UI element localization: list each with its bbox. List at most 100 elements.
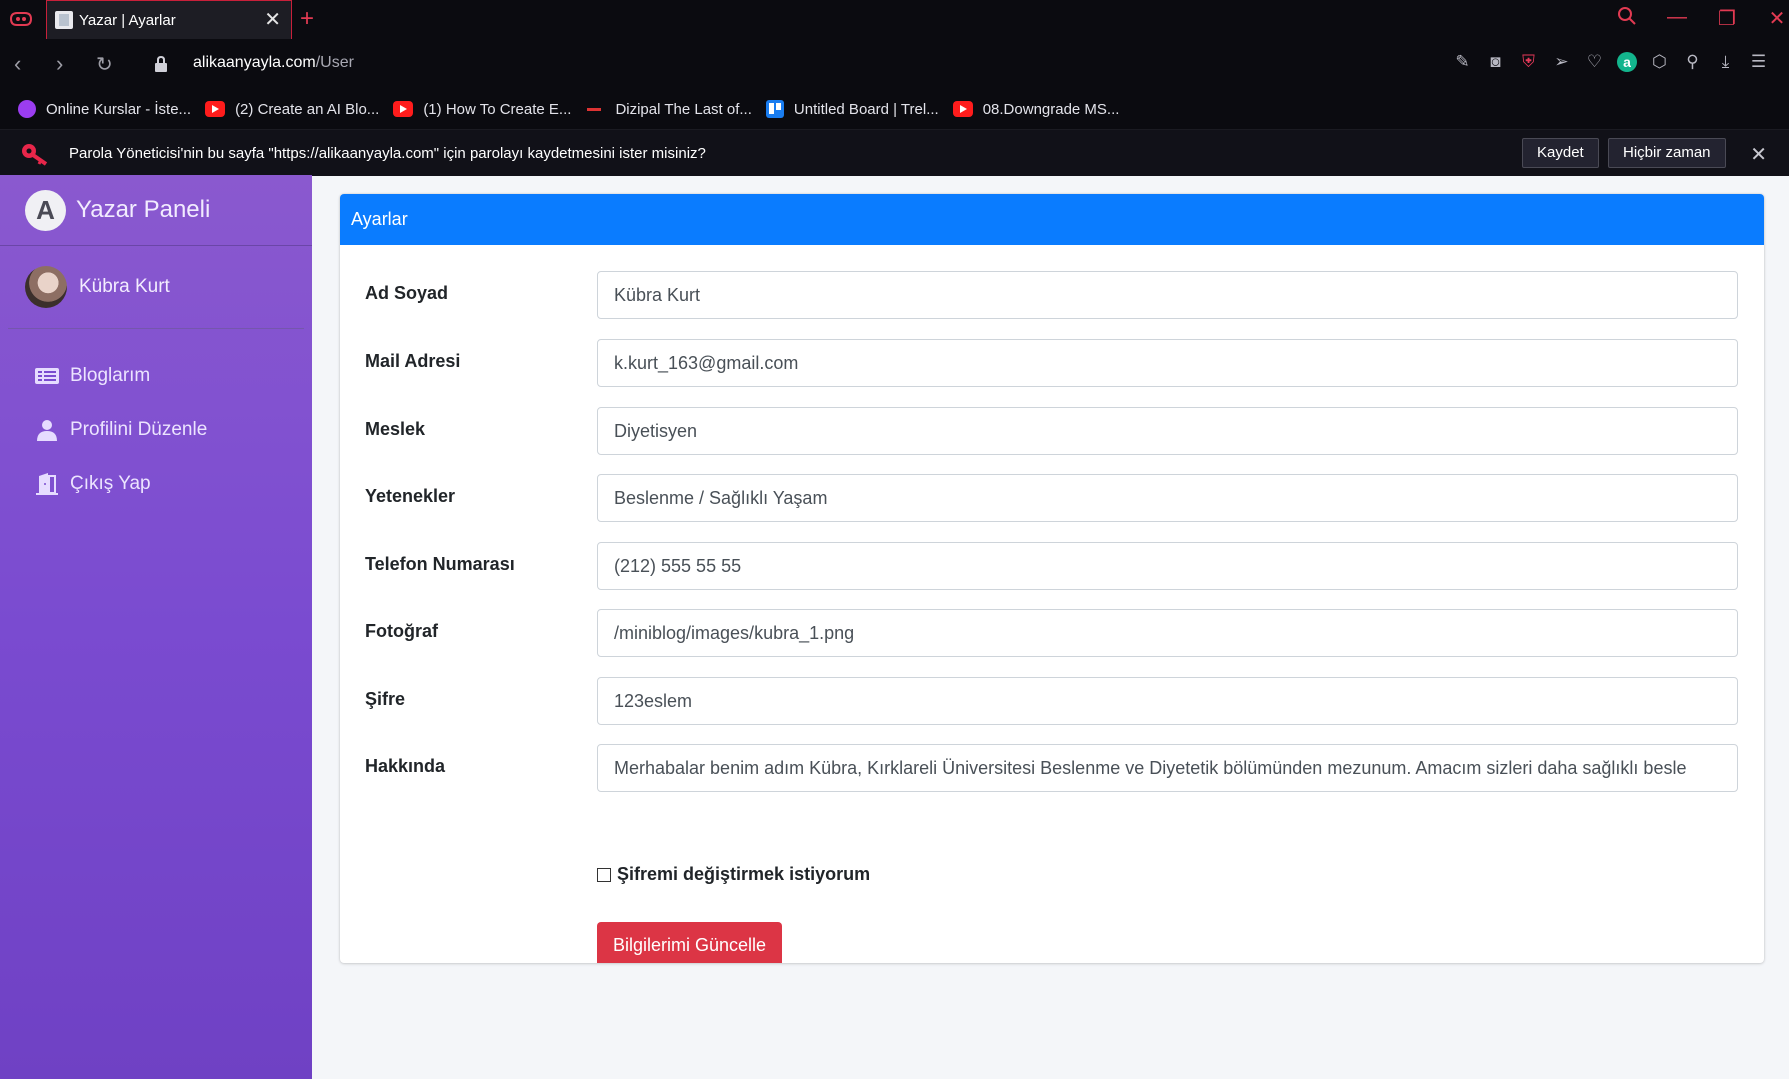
sidebar-item-cikis[interactable]: Çıkış Yap <box>0 457 312 511</box>
sidebar-brand[interactable]: A Yazar Paneli <box>0 175 312 246</box>
brand-logo-icon: A <box>25 189 66 231</box>
sidebar-item-label: Profilini Düzenle <box>70 419 208 440</box>
field-label: Hakkında <box>365 756 446 776</box>
user-icon <box>37 420 57 441</box>
profile-icon[interactable]: ⚲ <box>1676 52 1709 72</box>
save-password-button[interactable]: Kaydet <box>1522 138 1599 168</box>
dizipal-icon <box>585 101 605 117</box>
bookmark-label: (2) Create an AI Blo... <box>235 100 380 118</box>
checkbox-label: Şifremi değiştirmek istiyorum <box>617 864 871 884</box>
youtube-icon <box>952 101 973 117</box>
bookmark-item[interactable]: (2) Create an AI Blo... <box>205 101 379 118</box>
edit-icon[interactable]: ✎ <box>1446 52 1479 72</box>
heart-icon[interactable]: ♡ <box>1578 52 1611 72</box>
update-button[interactable]: Bilgilerimi Güncelle <box>597 922 783 963</box>
brand-title: Yazar Paneli <box>76 196 211 223</box>
brand-logo-letter: A <box>36 195 55 225</box>
form-row-telefon: Telefon Numarası (212) 555 55 55 <box>340 542 1764 590</box>
form-row-hakkinda: Hakkında Merhabalar benim adım Kübra, Kı… <box>340 744 1764 792</box>
bookmark-item[interactable]: Untitled Board | Trel... <box>765 100 939 118</box>
form-row-meslek: Meslek Diyetisyen <box>340 407 1764 455</box>
close-window-icon[interactable]: ✕ <box>1752 6 1789 32</box>
search-icon[interactable] <box>1602 6 1652 32</box>
tab-bar: Yazar | Ayarlar ✕ + — ❐ ✕ <box>0 0 1789 39</box>
bookmark-label: (1) How To Create E... <box>423 100 572 118</box>
bookmark-label: Online Kurslar - İste... <box>46 100 192 118</box>
photo-input[interactable]: /miniblog/images/kubra_1.png <box>597 609 1738 657</box>
about-input[interactable]: Merhabalar benim adım Kübra, Kırklareli … <box>597 744 1738 792</box>
sidebar-item-bloglarim[interactable]: Bloglarım <box>0 349 312 403</box>
settings-card: Ayarlar Ad Soyad Kübra Kurt Mail Adresi … <box>340 194 1764 963</box>
field-label: Ad Soyad <box>365 283 449 303</box>
form-row-fotograf: Fotoğraf /miniblog/images/kubra_1.png <box>340 609 1764 657</box>
password-prompt-text: Parola Yöneticisi'nin bu sayfa "https://… <box>69 145 706 162</box>
restore-icon[interactable]: ❐ <box>1702 6 1752 32</box>
lock-icon[interactable] <box>154 55 168 73</box>
url-path: /User <box>315 54 354 71</box>
udemy-icon <box>18 100 36 118</box>
phone-input[interactable]: (212) 555 55 55 <box>597 542 1738 590</box>
youtube-icon <box>393 101 414 117</box>
bookmark-item[interactable]: Dizipal The Last of... <box>585 100 752 118</box>
door-exit-icon <box>36 473 58 495</box>
settings-sliders-icon[interactable]: ☰ <box>1742 52 1775 72</box>
tab-close-icon[interactable]: ✕ <box>264 10 281 30</box>
form-row-mail: Mail Adresi k.kurt_163@gmail.com <box>340 339 1764 387</box>
password-input[interactable]: 123eslem <box>597 677 1738 725</box>
never-save-button[interactable]: Hiçbir zaman <box>1608 138 1726 168</box>
url-host: alikaanyayla.com <box>193 54 316 71</box>
new-tab-icon[interactable]: + <box>300 5 314 33</box>
form-row-yetenekler: Yetenekler Beslenme / Sağlıklı Yaşam <box>340 474 1764 522</box>
change-password-checkbox[interactable] <box>597 867 611 882</box>
bookmarks-bar: Online Kurslar - İste... (2) Create an A… <box>0 89 1789 129</box>
opera-gx-icon[interactable] <box>8 9 34 29</box>
user-name: Kübra Kurt <box>79 276 170 297</box>
field-label: Meslek <box>365 419 426 439</box>
sidebar-user[interactable]: Kübra Kurt <box>8 246 304 329</box>
cube-icon[interactable]: ⬡ <box>1643 52 1676 72</box>
window-controls: — ❐ ✕ <box>1602 6 1789 32</box>
form-row-sifre: Şifre 123eslem <box>340 677 1764 725</box>
skills-input[interactable]: Beslenme / Sağlıklı Yaşam <box>597 474 1738 522</box>
page-favicon-icon <box>55 11 73 29</box>
bookmark-label: Dizipal The Last of... <box>615 100 752 118</box>
close-icon[interactable]: ✕ <box>1750 142 1767 167</box>
extension-a-icon[interactable]: a <box>1617 52 1637 72</box>
profession-input[interactable]: Diyetisyen <box>597 407 1738 455</box>
camera-icon[interactable]: ◙ <box>1479 52 1512 72</box>
name-input[interactable]: Kübra Kurt <box>597 271 1738 319</box>
field-label: Fotoğraf <box>365 621 438 641</box>
key-icon <box>22 144 48 166</box>
tab-active[interactable]: Yazar | Ayarlar ✕ <box>46 0 292 39</box>
list-icon <box>35 368 59 384</box>
email-input[interactable]: k.kurt_163@gmail.com <box>597 339 1738 387</box>
field-label: Mail Adresi <box>365 351 461 371</box>
reload-icon[interactable]: ↻ <box>96 52 113 77</box>
back-icon[interactable]: ‹ <box>14 51 21 77</box>
bookmark-label: 08.Downgrade MS... <box>982 100 1120 118</box>
extension-icons: ✎ ◙ ⛨ ➢ ♡ a ⬡ ⚲ ⤓ ☰ <box>1446 52 1775 72</box>
card-title: Ayarlar <box>340 194 1764 245</box>
field-label: Yetenekler <box>365 486 456 506</box>
download-icon[interactable]: ⤓ <box>1709 52 1742 72</box>
forward-icon[interactable]: › <box>56 51 63 77</box>
sidebar-item-profil[interactable]: Profilini Düzenle <box>0 403 312 457</box>
bookmark-item[interactable]: Online Kurslar - İste... <box>18 100 191 118</box>
password-save-bar: Parola Yöneticisi'nin bu sayfa "https://… <box>0 129 1789 176</box>
minimize-icon[interactable]: — <box>1652 6 1702 32</box>
shield-icon[interactable]: ⛨ <box>1512 52 1545 72</box>
browser-chrome: Yazar | Ayarlar ✕ + — ❐ ✕ ‹ › ↻ alikaany… <box>0 0 1789 176</box>
url-field[interactable]: alikaanyayla.com/User <box>193 54 354 72</box>
sidebar-menu: Bloglarım Profilini Düzenle Çıkış Yap <box>0 329 312 511</box>
trello-icon <box>765 100 784 118</box>
bookmark-item[interactable]: (1) How To Create E... <box>393 101 571 118</box>
field-label: Telefon Numarası <box>365 554 515 574</box>
sidebar-item-label: Bloglarım <box>70 365 151 386</box>
bookmark-item[interactable]: 08.Downgrade MS... <box>952 100 1120 118</box>
youtube-icon <box>205 101 226 117</box>
send-icon[interactable]: ➢ <box>1545 52 1578 72</box>
bookmark-label: Untitled Board | Trel... <box>793 100 939 118</box>
address-bar: ‹ › ↻ alikaanyayla.com/User ✎ ◙ ⛨ ➢ ♡ a … <box>0 39 1789 89</box>
change-password-checkbox-row[interactable]: Şifremi değiştirmek istiyorum <box>597 864 870 885</box>
tab-title: Yazar | Ayarlar <box>79 11 176 29</box>
